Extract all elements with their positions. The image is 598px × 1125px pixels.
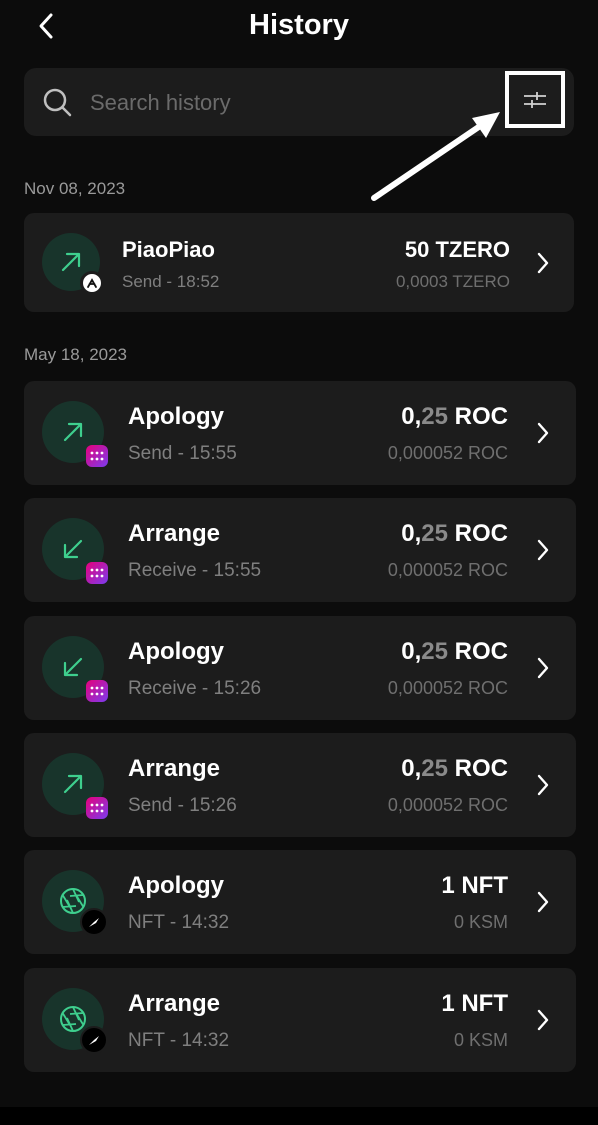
amount-decimal: 25 (421, 755, 448, 782)
chevron-right-icon (537, 1009, 549, 1031)
transaction-row[interactable]: Apology NFT - 14:32 1 NFT 0 KSM (24, 850, 576, 954)
transaction-row[interactable]: Arrange NFT - 14:32 1 NFT 0 KSM (24, 968, 576, 1072)
transaction-icon (42, 401, 108, 467)
rococo-icon (86, 562, 108, 584)
rococo-icon (86, 445, 108, 467)
kusama-icon (80, 1026, 108, 1054)
page-title: History (249, 9, 349, 41)
transaction-type-time: Receive - 15:26 (128, 678, 262, 699)
transaction-row[interactable]: Arrange Receive - 15:55 0,25 ROC 0,00005… (24, 498, 576, 602)
transaction-fee: 0,000052 ROC (387, 443, 508, 463)
amount-integer: 0, (401, 755, 422, 782)
kusama-icon (80, 908, 108, 936)
counterparty-name: Apology (128, 403, 224, 430)
transaction-fee: 0 KSM (453, 912, 508, 932)
transaction-amount: 0,25 ROC (401, 755, 508, 783)
counterparty-name: Arrange (128, 520, 221, 547)
amount-unit: ROC (448, 520, 508, 547)
amount-integer: 50 (404, 237, 430, 262)
receive-arrow-icon (63, 539, 83, 559)
bottom-bar (0, 1107, 598, 1125)
header: History (0, 0, 598, 56)
chevron-right-icon (537, 774, 549, 796)
amount-unit: ROC (448, 638, 508, 665)
transaction-amount: 0,25 ROC (401, 403, 508, 431)
transaction-icon (42, 518, 108, 584)
amount-integer: 0, (401, 638, 422, 665)
amount-integer: 1 NFT (441, 990, 508, 1017)
transaction-fee: 0,000052 ROC (387, 678, 508, 698)
amount-integer: 0, (401, 403, 422, 430)
send-arrow-icon (63, 422, 83, 442)
annotation-arrow-icon (371, 112, 500, 201)
transaction-amount: 0,25 ROC (401, 520, 508, 548)
transaction-amount: 1 NFT (441, 872, 508, 900)
date-header: May 18, 2023 (24, 345, 128, 364)
amount-integer: 0, (401, 520, 422, 547)
transaction-amount: 0,25 ROC (401, 638, 508, 666)
transaction-type-time: Receive - 15:55 (128, 560, 262, 581)
amount-integer: 1 NFT (441, 872, 508, 899)
search-icon (43, 88, 72, 117)
sliders-icon (524, 91, 546, 108)
transaction-icon (42, 753, 108, 819)
chevron-right-icon (537, 252, 549, 274)
transaction-amount: 1 NFT (441, 990, 508, 1018)
transaction-row[interactable]: Apology Receive - 15:26 0,25 ROC 0,00005… (24, 616, 576, 720)
transaction-fee: 0,0003 TZERO (395, 272, 510, 291)
amount-unit: ROC (448, 403, 508, 430)
counterparty-name: Arrange (128, 990, 221, 1017)
chevron-right-icon (537, 657, 549, 679)
transaction-type-time: NFT - 14:32 (128, 912, 230, 933)
transaction-type-time: NFT - 14:32 (128, 1030, 230, 1051)
date-header: Nov 08, 2023 (24, 179, 126, 198)
transaction-icon (42, 988, 108, 1054)
amount-decimal: 25 (421, 403, 448, 430)
transaction-fee: 0 KSM (453, 1030, 508, 1050)
transaction-icon (42, 870, 108, 936)
rococo-icon (86, 797, 108, 819)
transaction-row[interactable]: Apology Send - 15:55 0,25 ROC 0,000052 R… (24, 381, 576, 485)
send-arrow-icon (61, 252, 81, 272)
chevron-right-icon (537, 539, 549, 561)
amount-decimal: 25 (421, 638, 448, 665)
transaction-row[interactable]: PiaoPiao Send - 18:52 50 TZERO 0,0003 TZ… (24, 213, 574, 312)
receive-arrow-icon (63, 657, 83, 677)
counterparty-name: Arrange (128, 755, 221, 782)
transaction-row[interactable]: Arrange Send - 15:26 0,25 ROC 0,000052 R… (24, 733, 576, 837)
counterparty-name: Apology (128, 638, 224, 665)
transaction-type-time: Send - 15:55 (128, 443, 237, 464)
amount-unit: TZERO (429, 237, 510, 262)
aleph-zero-icon (80, 271, 104, 295)
amount-decimal: 25 (421, 520, 448, 547)
counterparty-name: Apology (128, 872, 224, 899)
transaction-fee: 0,000052 ROC (387, 560, 508, 580)
send-arrow-icon (63, 774, 83, 794)
rococo-icon (86, 680, 108, 702)
counterparty-name: PiaoPiao (122, 237, 215, 262)
amount-unit: ROC (448, 755, 508, 782)
chevron-right-icon (537, 422, 549, 444)
transaction-amount: 50 TZERO (405, 237, 510, 263)
transaction-icon (42, 233, 104, 295)
transaction-type-time: Send - 18:52 (122, 272, 220, 291)
transaction-type-time: Send - 15:26 (128, 795, 237, 816)
transaction-icon (42, 636, 108, 702)
chevron-right-icon (537, 891, 549, 913)
transaction-fee: 0,000052 ROC (387, 795, 508, 815)
